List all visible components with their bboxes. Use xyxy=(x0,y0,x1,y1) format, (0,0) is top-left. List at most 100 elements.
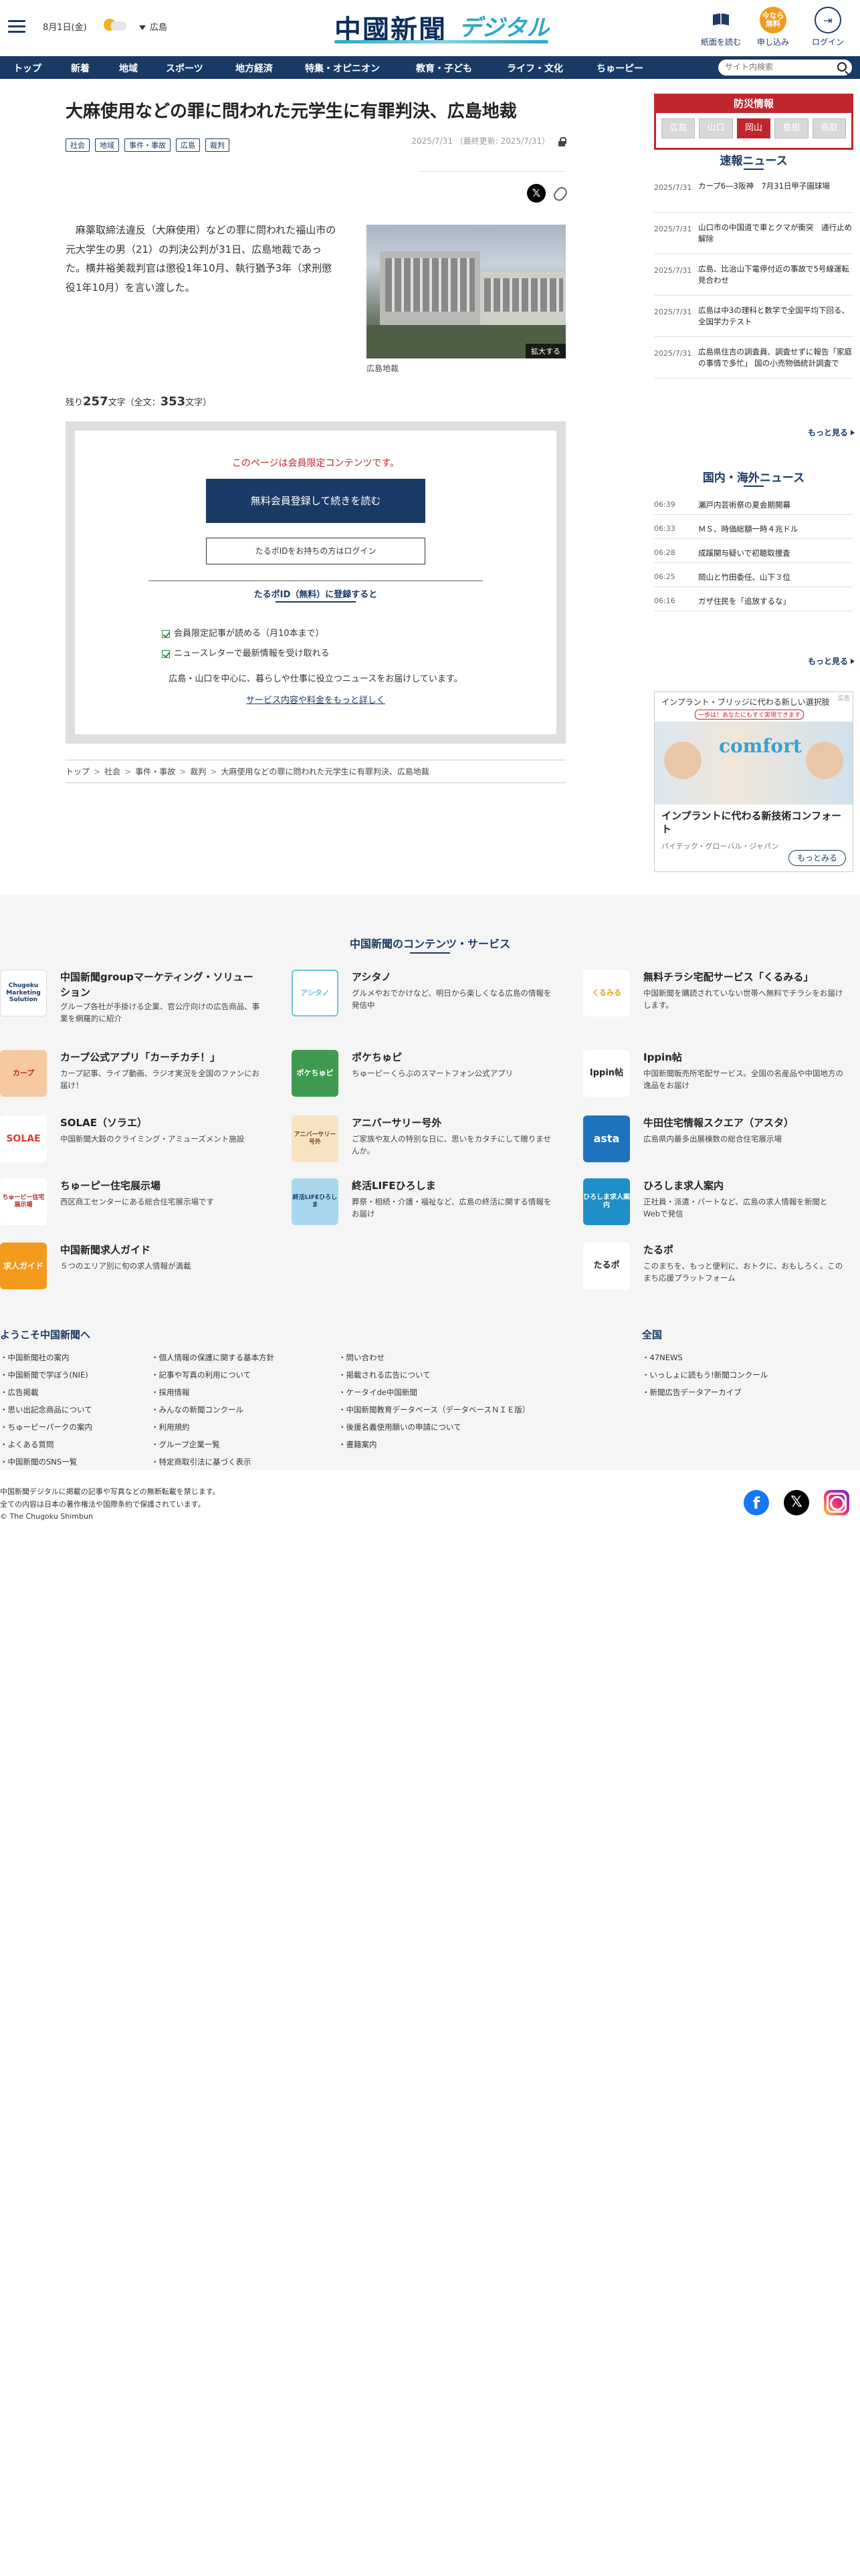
footer-link[interactable]: 特定商取引法に基づく表示 xyxy=(151,1457,251,1467)
chevron-down-icon xyxy=(139,25,146,30)
region-selector[interactable]: 広島 xyxy=(139,20,167,33)
footer-link[interactable]: 思い出記念商品について xyxy=(0,1404,92,1415)
read-paper-button[interactable]: 紙面を読む xyxy=(700,7,742,49)
footer-link[interactable]: みんなの新聞コンクール xyxy=(151,1404,244,1415)
breadcrumb-item[interactable]: 事件・事故 xyxy=(135,767,175,776)
footer-link[interactable]: グループ企業一覧 xyxy=(151,1439,220,1450)
list-item[interactable]: 2025/7/31 広島、比治山下電停付近の事故で5号線運転見合わせ xyxy=(654,255,853,296)
register-button[interactable]: 無料会員登録して続きを読む xyxy=(206,479,425,523)
x-share-icon[interactable]: 𝕏 xyxy=(527,184,546,203)
article-photo[interactable]: 拡大する xyxy=(366,225,566,358)
facebook-icon[interactable]: f xyxy=(744,1490,769,1515)
footer-link[interactable]: 掲載される広告について xyxy=(338,1370,431,1380)
list-item[interactable]: 06:28 成蹊関与疑いで初聴取捜査 xyxy=(654,543,853,563)
footer-link[interactable]: よくある質問 xyxy=(0,1439,54,1450)
footer-link[interactable]: 中国新聞のSNS一覧 xyxy=(0,1457,78,1467)
main-nav: トップ 新着 地域 スポーツ 地方経済 特集・オピニオン 教育・子ども ライフ・… xyxy=(0,56,860,79)
tab-yamaguchi[interactable]: 山口 xyxy=(699,118,733,138)
article-meta: 2025/7/31 （最終更新: 2025/7/31） xyxy=(411,135,566,146)
footer-link[interactable]: 記事や写真の利用について xyxy=(151,1370,251,1380)
tab-shimane[interactable]: 島根 xyxy=(774,118,809,138)
services-title: 中国新聞のコンテンツ・サービス xyxy=(349,938,510,950)
footer-link[interactable]: 書籍案内 xyxy=(338,1439,377,1450)
footer-link[interactable]: 47NEWS xyxy=(642,1352,683,1363)
enlarge-button[interactable]: 拡大する xyxy=(526,344,566,358)
nav-item-region[interactable]: 地域 xyxy=(119,62,138,75)
menu-icon[interactable] xyxy=(8,20,25,33)
domestic-international-title: 国内・海外ニュース xyxy=(702,471,805,485)
kurumiru-icon: くるみる xyxy=(583,970,630,1016)
more-link[interactable]: もっと見る xyxy=(808,655,855,667)
ad-title: インプラントに代わる新技術コンフォート xyxy=(661,810,842,835)
footer-welcome-title: ようこそ中国新聞へ xyxy=(0,1329,91,1341)
footer-link[interactable]: いっしょに読もう!新聞コンクール xyxy=(642,1370,768,1380)
tab-tottori[interactable]: 鳥取 xyxy=(812,118,847,138)
list-item[interactable]: 2025/7/31 山口市の中国道で車とクマが衝突 通行止め解除 xyxy=(654,214,853,254)
login-button[interactable]: ⇥ ログイン xyxy=(807,7,849,49)
checkbox-icon xyxy=(162,629,170,638)
list-item[interactable]: 2025/7/31 カープ6―3阪神 7月31日甲子園球場 xyxy=(654,173,853,213)
list-item[interactable]: 2025/7/31 広島県住吉の調査員、調査せずに報告「家庭の事情で多忙」 国の小… xyxy=(654,338,853,379)
tag[interactable]: 広島 xyxy=(176,138,200,152)
more-link[interactable]: もっと見る xyxy=(808,427,855,438)
list-item[interactable]: 06:25 岡山と竹田委任、山下３位 xyxy=(654,567,853,587)
nav-item-sports[interactable]: スポーツ xyxy=(166,62,203,75)
footer-link[interactable]: ちゅーピーパークの案内 xyxy=(0,1422,92,1432)
list-item[interactable]: 06:39 瀬戸内芸術祭の夏会期開幕 xyxy=(654,495,853,515)
breadcrumb-item[interactable]: 裁判 xyxy=(190,767,206,776)
breadcrumb-item[interactable]: トップ xyxy=(66,767,90,776)
advertisement[interactable]: インプラント・ブリッジに代わる新しい選択肢 一歩は！あなたにもすぐ実現できます … xyxy=(654,691,853,872)
nav-item-life[interactable]: ライフ・文化 xyxy=(507,62,563,75)
search-input[interactable] xyxy=(725,60,832,74)
footer-link[interactable]: 中国新聞教育データベース（データベースＮＩＥ版） xyxy=(338,1404,530,1415)
site-logo[interactable]: 中國新聞 デジタル xyxy=(334,7,555,45)
paywall-description: 広島・山口を中心に、暮らしや仕事に役立つニュースをお届けしています。 xyxy=(169,674,463,684)
tag[interactable]: 社会 xyxy=(66,138,90,152)
instagram-icon[interactable] xyxy=(824,1490,849,1515)
service-details-link[interactable]: サービス内容や料金をもっと詳しく xyxy=(75,693,556,706)
footer-link[interactable]: 新聞広告データアーカイブ xyxy=(642,1387,742,1398)
nav-item-economy[interactable]: 地方経済 xyxy=(235,62,273,75)
footer-link[interactable]: 採用情報 xyxy=(151,1387,190,1398)
footer-link[interactable]: 中国新聞社の案内 xyxy=(0,1352,70,1363)
article-headline: 大麻使用などの罪に問われた元学生に有罪判決、広島地裁 xyxy=(66,102,517,122)
checkbox-icon xyxy=(162,649,170,658)
x-icon[interactable]: 𝕏 xyxy=(784,1490,809,1515)
nav-item-top[interactable]: トップ xyxy=(13,62,41,75)
footer-link[interactable]: 中国新聞で学ぼう(NIE) xyxy=(0,1370,88,1380)
ashitano-icon: アシタノ xyxy=(292,970,338,1016)
tag[interactable]: 事件・事故 xyxy=(124,138,171,152)
tab-hiroshima[interactable]: 広島 xyxy=(661,118,695,138)
nav-item-chupy[interactable]: ちゅーピー xyxy=(597,62,643,75)
search-icon[interactable] xyxy=(837,62,847,72)
services-section: 中国新聞のコンテンツ・サービス Chugoku Marketing Soluti… xyxy=(0,895,860,1470)
breadcrumb-item[interactable]: 社会 xyxy=(104,767,120,776)
breaking-news-title: 速報ニュース xyxy=(720,154,788,168)
footer-link[interactable]: ケータイde中国新聞 xyxy=(338,1387,417,1398)
benefit-item: ニュースレターで最新情報を受け取れる xyxy=(162,646,330,659)
ippin-icon: Ippin帖 xyxy=(583,1050,630,1097)
footer-link[interactable]: 利用規約 xyxy=(151,1422,190,1432)
nav-item-education[interactable]: 教育・子ども xyxy=(416,62,472,75)
tag[interactable]: 裁判 xyxy=(205,138,229,152)
footer-link[interactable]: 後援名義使用願いの申請について xyxy=(338,1422,461,1432)
breadcrumb: トップ > 社会 > 事件・事故 > 裁判 > 大麻使用などの罪に問われた元学生に有罪判決、広島… xyxy=(66,760,566,783)
newspaper-icon xyxy=(708,7,734,33)
footer-link[interactable]: 広告掲載 xyxy=(0,1387,39,1398)
article-updated: （最終更新: 2025/7/31） xyxy=(455,136,550,146)
footer-link[interactable]: 問い合わせ xyxy=(338,1352,385,1363)
nav-item-opinion[interactable]: 特集・オピニオン xyxy=(305,62,380,75)
ad-more-button[interactable]: もっとみる xyxy=(788,850,846,866)
site-header: 8月1日(金) 広島 中國新聞 デジタル 紙面を読む 今なら 無料 申し込み ⇥… xyxy=(0,0,860,53)
tab-okayama[interactable]: 岡山 xyxy=(736,118,771,138)
apply-button[interactable]: 今なら 無料 申し込み xyxy=(752,7,794,49)
nav-item-new[interactable]: 新着 xyxy=(71,62,90,75)
copy-link-icon[interactable] xyxy=(551,185,570,203)
ad-badge: 広告 xyxy=(837,695,850,702)
tag[interactable]: 地域 xyxy=(95,138,119,152)
footer-link[interactable]: 個人情報の保護に関する基本方針 xyxy=(151,1352,275,1363)
list-item[interactable]: 2025/7/31 広島は中3の理科と数学で全国平均下回る、全国学力テスト xyxy=(654,297,853,337)
list-item[interactable]: 06:33 ＭＳ、時価総額一時４兆ドル xyxy=(654,519,853,539)
login-button[interactable]: たるポIDをお持ちの方はログイン xyxy=(206,538,425,564)
list-item[interactable]: 06:16 ガザ住民を「追放するな」 xyxy=(654,591,853,611)
